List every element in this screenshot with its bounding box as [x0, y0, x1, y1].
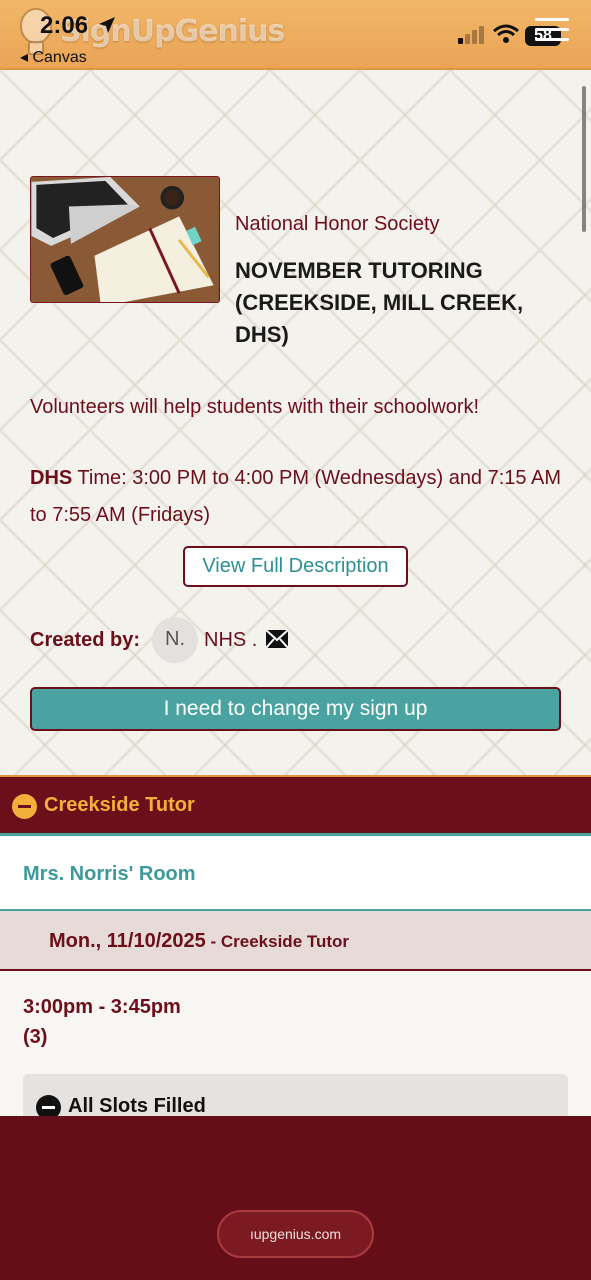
change-signup-button[interactable]: I need to change my sign up [30, 687, 561, 731]
event-header-image [30, 176, 220, 303]
event-time-description: DHS Time: 3:00 PM to 4:00 PM (Wednesdays… [30, 460, 570, 534]
email-icon[interactable] [266, 630, 288, 648]
url-bar[interactable]: ıupgenius.com [217, 1210, 374, 1258]
organization-name: National Honor Society [235, 213, 440, 235]
section-header-creekside[interactable]: Creekside Tutor [0, 775, 591, 833]
location-arrow-icon [99, 17, 115, 33]
hamburger-menu-icon[interactable] [535, 18, 569, 44]
wifi-icon [493, 24, 519, 43]
app-header: SignUpGenius 2:06 ◂ Canvas 58 [0, 0, 591, 70]
location-label: Mrs. Norris' Room [23, 863, 196, 885]
cellular-signal-icon [458, 26, 484, 44]
date-label: Mon., 11/10/2025 - Creekside Tutor [49, 930, 349, 953]
slot-count: (3) [23, 1026, 48, 1048]
status-time: 2:06 [40, 12, 89, 39]
slot-time: 3:00pm - 3:45pm [23, 996, 181, 1018]
time-prefix: DHS [30, 467, 73, 489]
creator-avatar: N. [152, 617, 198, 663]
scrollbar[interactable] [582, 86, 586, 232]
date-text: Mon., 11/10/2025 [49, 930, 206, 952]
section-title: Creekside Tutor [44, 794, 195, 816]
date-row: Mon., 11/10/2025 - Creekside Tutor [0, 911, 591, 971]
created-by-label: Created by: [30, 629, 141, 651]
view-full-description-button[interactable]: View Full Description [183, 546, 408, 587]
date-suffix: - Creekside Tutor [205, 932, 350, 951]
location-row: Mrs. Norris' Room [0, 833, 591, 911]
slots-status-label: All Slots Filled [68, 1095, 206, 1117]
brand-logo[interactable]: SignUpGenius [60, 14, 285, 49]
event-description: Volunteers will help students with their… [30, 396, 480, 418]
creator-name: NHS . [204, 629, 258, 651]
event-title: NOVEMBER TUTORING (CREEKSIDE, MILL CREEK… [235, 258, 524, 347]
back-to-canvas-link[interactable]: ◂ Canvas [20, 47, 87, 67]
collapse-minus-icon[interactable] [12, 794, 37, 819]
time-text: Time: 3:00 PM to 4:00 PM (Wednesdays) an… [30, 467, 561, 526]
